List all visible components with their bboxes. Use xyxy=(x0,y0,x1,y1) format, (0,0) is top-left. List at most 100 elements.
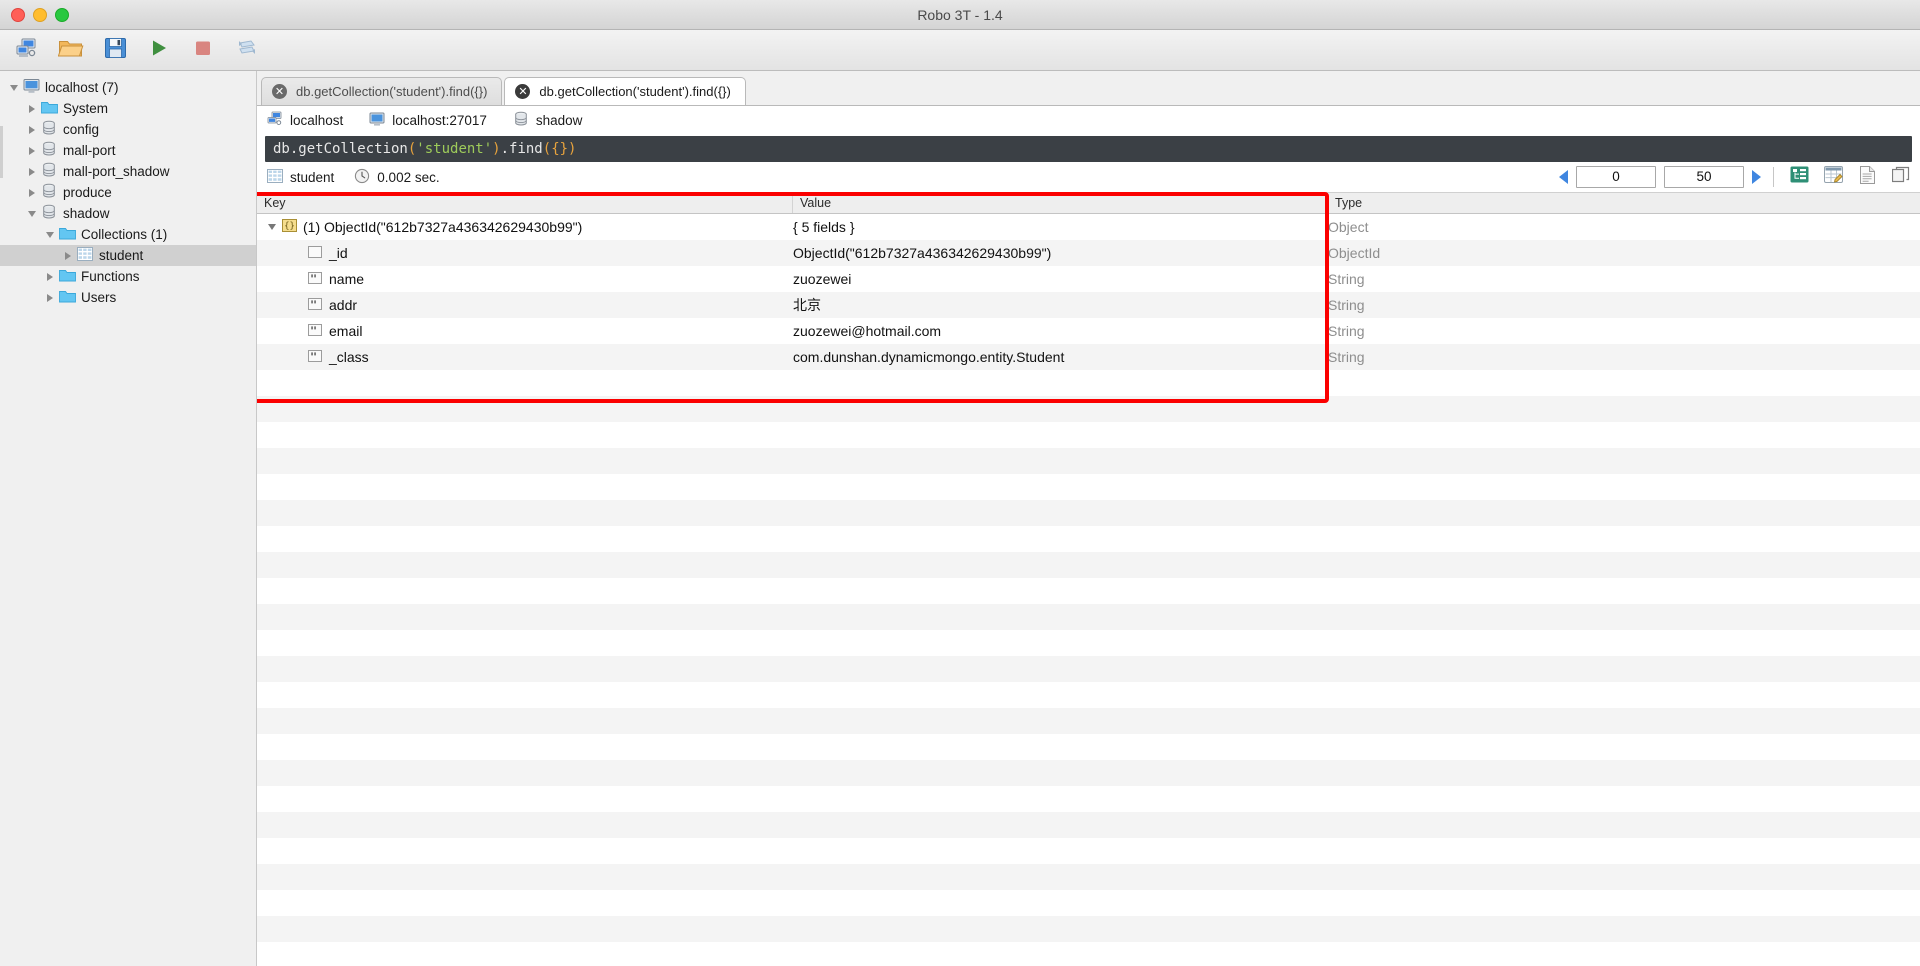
skip-input[interactable]: 0 xyxy=(1576,166,1656,188)
minimize-window-button[interactable] xyxy=(33,7,47,22)
database-icon xyxy=(41,183,57,202)
row-icon-wrap xyxy=(307,350,323,364)
table-row-empty xyxy=(257,656,1920,682)
close-window-button[interactable] xyxy=(11,7,25,22)
sidebar-item-localhost-7[interactable]: localhost (7) xyxy=(0,77,256,98)
table-row[interactable]: email zuozewei@hotmail.com String xyxy=(257,318,1920,344)
result-tree-view[interactable]: Key Value Type {} (1) ObjectId("612b7327a… xyxy=(257,192,1920,966)
table-row-empty xyxy=(257,786,1920,812)
connect-button[interactable] xyxy=(10,35,44,65)
column-header-type[interactable]: Type xyxy=(1328,193,1920,213)
close-icon[interactable]: ✕ xyxy=(515,84,531,99)
table-row-empty xyxy=(257,916,1920,942)
tab-bar: ✕ db.getCollection('student').find({}) ✕… xyxy=(257,71,1920,105)
chevron-down-icon[interactable] xyxy=(263,224,281,230)
table-row[interactable]: _id ObjectId("612b7327a436342629430b99") O… xyxy=(257,240,1920,266)
folder-icon xyxy=(58,268,76,285)
tree-icon-wrap xyxy=(40,162,58,180)
open-folder-icon xyxy=(57,37,84,64)
chevron-right-icon[interactable] xyxy=(24,146,40,155)
table-row[interactable]: addr 北京 String xyxy=(257,292,1920,318)
cell-key-label: _id xyxy=(329,245,348,261)
table-row-empty xyxy=(257,890,1920,916)
stop-button[interactable] xyxy=(186,35,220,65)
table-row-empty xyxy=(257,604,1920,630)
chevron-right-icon[interactable] xyxy=(42,272,58,281)
chevron-right-icon[interactable] xyxy=(24,188,40,197)
maximize-window-button[interactable] xyxy=(55,7,69,22)
sidebar-item-label: System xyxy=(63,100,109,116)
chevron-right-icon[interactable] xyxy=(24,125,40,134)
table-row[interactable]: name zuozewei String xyxy=(257,266,1920,292)
sidebar-item-mall-port-shadow[interactable]: mall-port_shadow xyxy=(0,161,256,182)
stop-icon xyxy=(193,38,213,63)
limit-input[interactable]: 50 xyxy=(1664,166,1744,188)
chevron-right-icon[interactable] xyxy=(24,167,40,176)
result-collection-info: student 0.002 sec. xyxy=(267,168,440,187)
table-row[interactable]: _class com.dunshan.dynamicmongo.entity.St… xyxy=(257,344,1920,370)
main-pane: ✕ db.getCollection('student').find({}) ✕… xyxy=(257,71,1920,966)
save-button[interactable] xyxy=(98,35,132,65)
chevron-right-icon[interactable] xyxy=(24,104,40,113)
sidebar-item-label: Collections (1) xyxy=(81,226,168,242)
query-tab-2[interactable]: ✕ db.getCollection('student').find({}) xyxy=(504,77,746,105)
column-header-value[interactable]: Value xyxy=(793,193,1328,213)
connection-icon xyxy=(267,111,283,130)
sidebar-item-mall-port[interactable]: mall-port xyxy=(0,140,256,161)
chevron-down-icon[interactable] xyxy=(6,84,22,91)
execute-button[interactable] xyxy=(142,35,176,65)
sidebar-item-functions[interactable]: Functions xyxy=(0,266,256,287)
results-toolbar: student 0.002 sec. 0 50 xyxy=(257,162,1920,192)
chevron-right-icon[interactable] xyxy=(60,251,76,260)
tree-icon-wrap xyxy=(58,227,76,243)
query-tab-1[interactable]: ✕ db.getCollection('student').find({}) xyxy=(261,77,503,105)
column-header-key[interactable]: Key xyxy=(257,193,793,213)
table-mode-button[interactable] xyxy=(1820,166,1846,188)
tree-icon-wrap xyxy=(40,183,58,202)
sidebar-item-collections-1[interactable]: Collections (1) xyxy=(0,224,256,245)
refresh-button[interactable] xyxy=(230,35,264,65)
explorer-sidebar[interactable]: localhost (7) System config mall-port mall-p… xyxy=(0,71,257,966)
tree-icon-wrap xyxy=(58,290,76,306)
table-row-empty xyxy=(257,812,1920,838)
sidebar-item-student[interactable]: student xyxy=(0,245,256,266)
cell-key-label: (1) ObjectId("612b7327a436342629430b99") xyxy=(303,219,583,235)
cell-type: ObjectId xyxy=(1328,245,1381,261)
cell-key-label: name xyxy=(329,271,365,287)
cell-value: 北京 xyxy=(793,297,821,313)
close-icon[interactable]: ✕ xyxy=(272,84,287,99)
previous-page-button[interactable] xyxy=(1559,170,1568,184)
braces-object-icon: {} xyxy=(281,219,297,235)
table-row-empty xyxy=(257,578,1920,604)
sidebar-item-users[interactable]: Users xyxy=(0,287,256,308)
table-row-empty xyxy=(257,682,1920,708)
text-mode-button[interactable] xyxy=(1854,165,1880,188)
sidebar-item-produce[interactable]: produce xyxy=(0,182,256,203)
sidebar-item-config[interactable]: config xyxy=(0,119,256,140)
open-script-button[interactable] xyxy=(54,35,88,65)
sidebar-item-system[interactable]: System xyxy=(0,98,256,119)
connect-icon xyxy=(15,36,39,65)
sidebar-item-shadow[interactable]: shadow xyxy=(0,203,256,224)
database-icon xyxy=(41,204,57,223)
chevron-down-icon[interactable] xyxy=(24,210,40,217)
table-row[interactable]: {} (1) ObjectId("612b7327a436342629430b99… xyxy=(257,214,1920,240)
string-quotes-icon xyxy=(308,323,322,339)
row-icon-wrap xyxy=(307,272,323,286)
tree-icon-wrap xyxy=(58,269,76,285)
chevron-right-icon[interactable] xyxy=(42,293,58,302)
sidebar-item-label: mall-port xyxy=(63,142,116,158)
tree-icon-wrap xyxy=(40,101,58,117)
tree-icon-wrap xyxy=(22,79,40,96)
next-page-button[interactable] xyxy=(1752,170,1761,184)
tree-mode-button[interactable] xyxy=(1786,166,1812,188)
title-bar: Robo 3T - 1.4 xyxy=(0,0,1920,30)
cell-value: zuozewei@hotmail.com xyxy=(793,323,942,339)
result-collection-name: student xyxy=(290,169,335,185)
execute-play-icon xyxy=(149,38,169,63)
chevron-down-icon[interactable] xyxy=(42,231,58,238)
query-editor[interactable]: db.getCollection('student').find({}) xyxy=(265,136,1912,162)
cell-key-label: _class xyxy=(329,349,369,365)
custom-mode-button[interactable] xyxy=(1888,166,1914,188)
tree-view-icon xyxy=(1790,166,1809,188)
